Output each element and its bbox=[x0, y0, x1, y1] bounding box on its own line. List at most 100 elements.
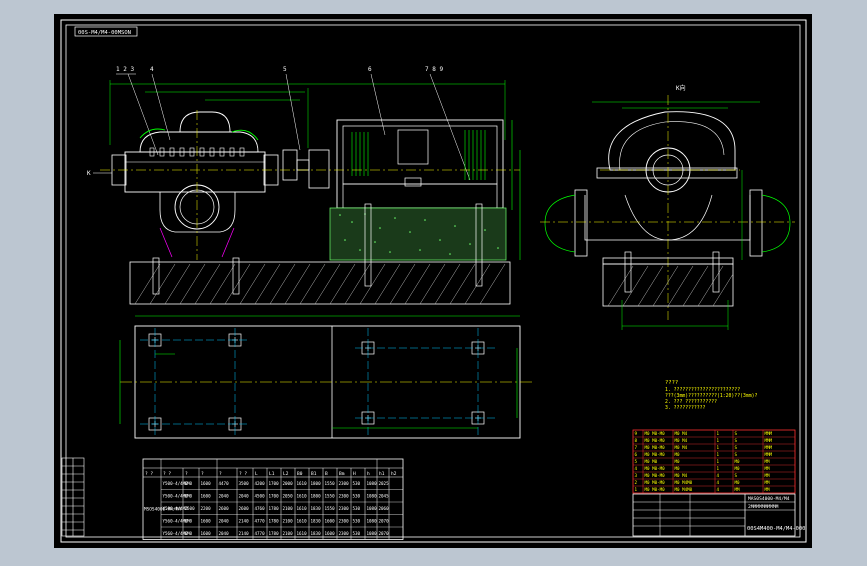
note-line-2: ???(3mm)??????????(1:20)??(3mm)? bbox=[665, 393, 758, 399]
bom-cell: M0 bbox=[675, 466, 681, 471]
end-view-label: K向 bbox=[676, 84, 686, 92]
table-cell: 4770 bbox=[255, 531, 266, 536]
bom-cell: MM bbox=[765, 480, 771, 485]
table-cell: 1600 bbox=[201, 481, 212, 486]
table-cell: 1080 bbox=[367, 481, 378, 486]
table-cell: 1080 bbox=[367, 519, 378, 524]
code-box-text: 00S-M4/M4-00MSON bbox=[78, 30, 131, 36]
table-cell: 2140 bbox=[239, 519, 250, 524]
bom-cell: M0 bbox=[675, 452, 681, 457]
table-header-cell: B0 bbox=[297, 471, 303, 477]
table-cell: 530 bbox=[353, 481, 361, 486]
table-cell: 4500 bbox=[255, 494, 266, 499]
table-cell: 1610 bbox=[297, 494, 308, 499]
table-header-cell: L2 bbox=[283, 471, 289, 477]
table-cell: 6M0 bbox=[185, 519, 193, 524]
table-cell: 4760 bbox=[255, 506, 266, 511]
drawing-number: 00S4M400-M4/M4-000 bbox=[747, 526, 805, 532]
table-cell: 2040 bbox=[219, 531, 230, 536]
table-cell: 2045 bbox=[379, 494, 390, 499]
table-cell: 6M0 bbox=[185, 494, 193, 499]
table-header-cell: ? bbox=[219, 471, 222, 477]
view-marker-k: K bbox=[87, 170, 91, 177]
table-cell: 530 bbox=[353, 494, 361, 499]
table-cell: 2060 bbox=[379, 506, 390, 511]
table-cell: 1610 bbox=[297, 506, 308, 511]
table-header-cell: ? bbox=[201, 471, 204, 477]
table-cell: 1600 bbox=[201, 519, 212, 524]
bom-cell: M0 M4M0 bbox=[675, 487, 693, 492]
table-header-cell: ? ? bbox=[145, 471, 153, 477]
table-cell: 2300 bbox=[339, 481, 350, 486]
table-cell: 530 bbox=[353, 506, 361, 511]
table-cell: 2140 bbox=[239, 531, 250, 536]
note-line-1: 1. ??????????????????????? bbox=[665, 387, 740, 393]
table-header-cell: L bbox=[255, 471, 258, 477]
table-header-cell: L1 bbox=[269, 471, 275, 477]
table-cell: 2300 bbox=[339, 494, 350, 499]
table-cell: 1780 bbox=[269, 506, 280, 511]
table-cell: 1800 bbox=[311, 481, 322, 486]
table-cell: 1610 bbox=[297, 519, 308, 524]
bom-cell: M0 bbox=[735, 480, 741, 485]
table-cell: 6M0 bbox=[185, 481, 193, 486]
title-line-2: 2MMMMMMMMMM bbox=[748, 504, 779, 510]
table-cell: 1610 bbox=[297, 481, 308, 486]
bom-cell: M0 M4 bbox=[675, 445, 688, 450]
bom-cell: MMM bbox=[765, 438, 773, 443]
table-header-cell: ? ? bbox=[239, 471, 247, 477]
table-cell: 2600 bbox=[219, 506, 230, 511]
table-cell: 1600 bbox=[325, 519, 336, 524]
cad-canvas[interactable]: 00S-M4/M4-00MSON 1 2 3 4 5 6 7 8 9 K K向 … bbox=[0, 0, 867, 562]
table-cell: 1600 bbox=[201, 531, 212, 536]
table-header-cell: h bbox=[367, 471, 370, 477]
table-cell: 2000 bbox=[283, 481, 294, 486]
table-cell: 4470 bbox=[219, 481, 230, 486]
table-header-cell: H bbox=[353, 471, 356, 477]
note-line-3: 2. ??? ??????????? bbox=[665, 399, 717, 405]
drawing-viewport: 00S-M4/M4-00MSON 1 2 3 4 5 6 7 8 9 K K向 … bbox=[0, 0, 867, 562]
table-header-cell: h1 bbox=[379, 471, 385, 477]
table-cell: 4770 bbox=[255, 519, 266, 524]
table-cell: 2070 bbox=[379, 519, 390, 524]
label-part-6: 6 bbox=[368, 66, 372, 73]
bom-cell: MMM bbox=[765, 445, 773, 450]
table-cell: 1550 bbox=[325, 481, 336, 486]
label-part-5: 5 bbox=[283, 66, 287, 73]
table-cell: 2100 bbox=[283, 506, 294, 511]
bom-cell: MM bbox=[765, 466, 771, 471]
table-cell: 3500 bbox=[239, 481, 250, 486]
table-cell: 2040 bbox=[219, 494, 230, 499]
notes-title: ???? bbox=[665, 380, 678, 386]
bom-cell: MMM bbox=[765, 452, 773, 457]
table-cell: 2300 bbox=[339, 531, 350, 536]
table-cell: 1550 bbox=[325, 506, 336, 511]
bom-cell: MMM bbox=[765, 431, 773, 436]
table-header-cell: ? bbox=[185, 471, 188, 477]
table-cell: 1080 bbox=[367, 494, 378, 499]
table-cell: 4200 bbox=[255, 481, 266, 486]
table-cell: 1700 bbox=[269, 481, 280, 486]
bom-cell: M0 bbox=[735, 466, 741, 471]
bom-cell: MM bbox=[735, 487, 741, 492]
label-parts-789: 7 8 9 bbox=[425, 66, 443, 73]
label-part-4: 4 bbox=[150, 66, 154, 73]
table-cell: 2050 bbox=[283, 494, 294, 499]
table-cell: 1080 bbox=[367, 531, 378, 536]
bom-cell: M0 bbox=[675, 459, 681, 464]
table-cell: 2100 bbox=[283, 531, 294, 536]
table-header-cell: Bm bbox=[339, 471, 345, 477]
bom-cell: MM bbox=[765, 487, 771, 492]
note-line-4: 3. ??????????? bbox=[665, 405, 706, 411]
bom-cell: M0 M0-M0 bbox=[645, 480, 666, 485]
bom-cell: M0 M0 bbox=[645, 459, 658, 464]
bom-cell: M0 M0-M0 bbox=[645, 452, 666, 457]
table-cell: 530 bbox=[353, 531, 361, 536]
table-cell: 1610 bbox=[297, 531, 308, 536]
table-cell: 1780 bbox=[269, 519, 280, 524]
bom-cell: M0 bbox=[735, 459, 741, 464]
table-cell: 2200 bbox=[201, 506, 212, 511]
table-cell: 2040 bbox=[219, 519, 230, 524]
label-parts-123: 1 2 3 bbox=[116, 66, 134, 73]
table-cell: 1700 bbox=[269, 494, 280, 499]
